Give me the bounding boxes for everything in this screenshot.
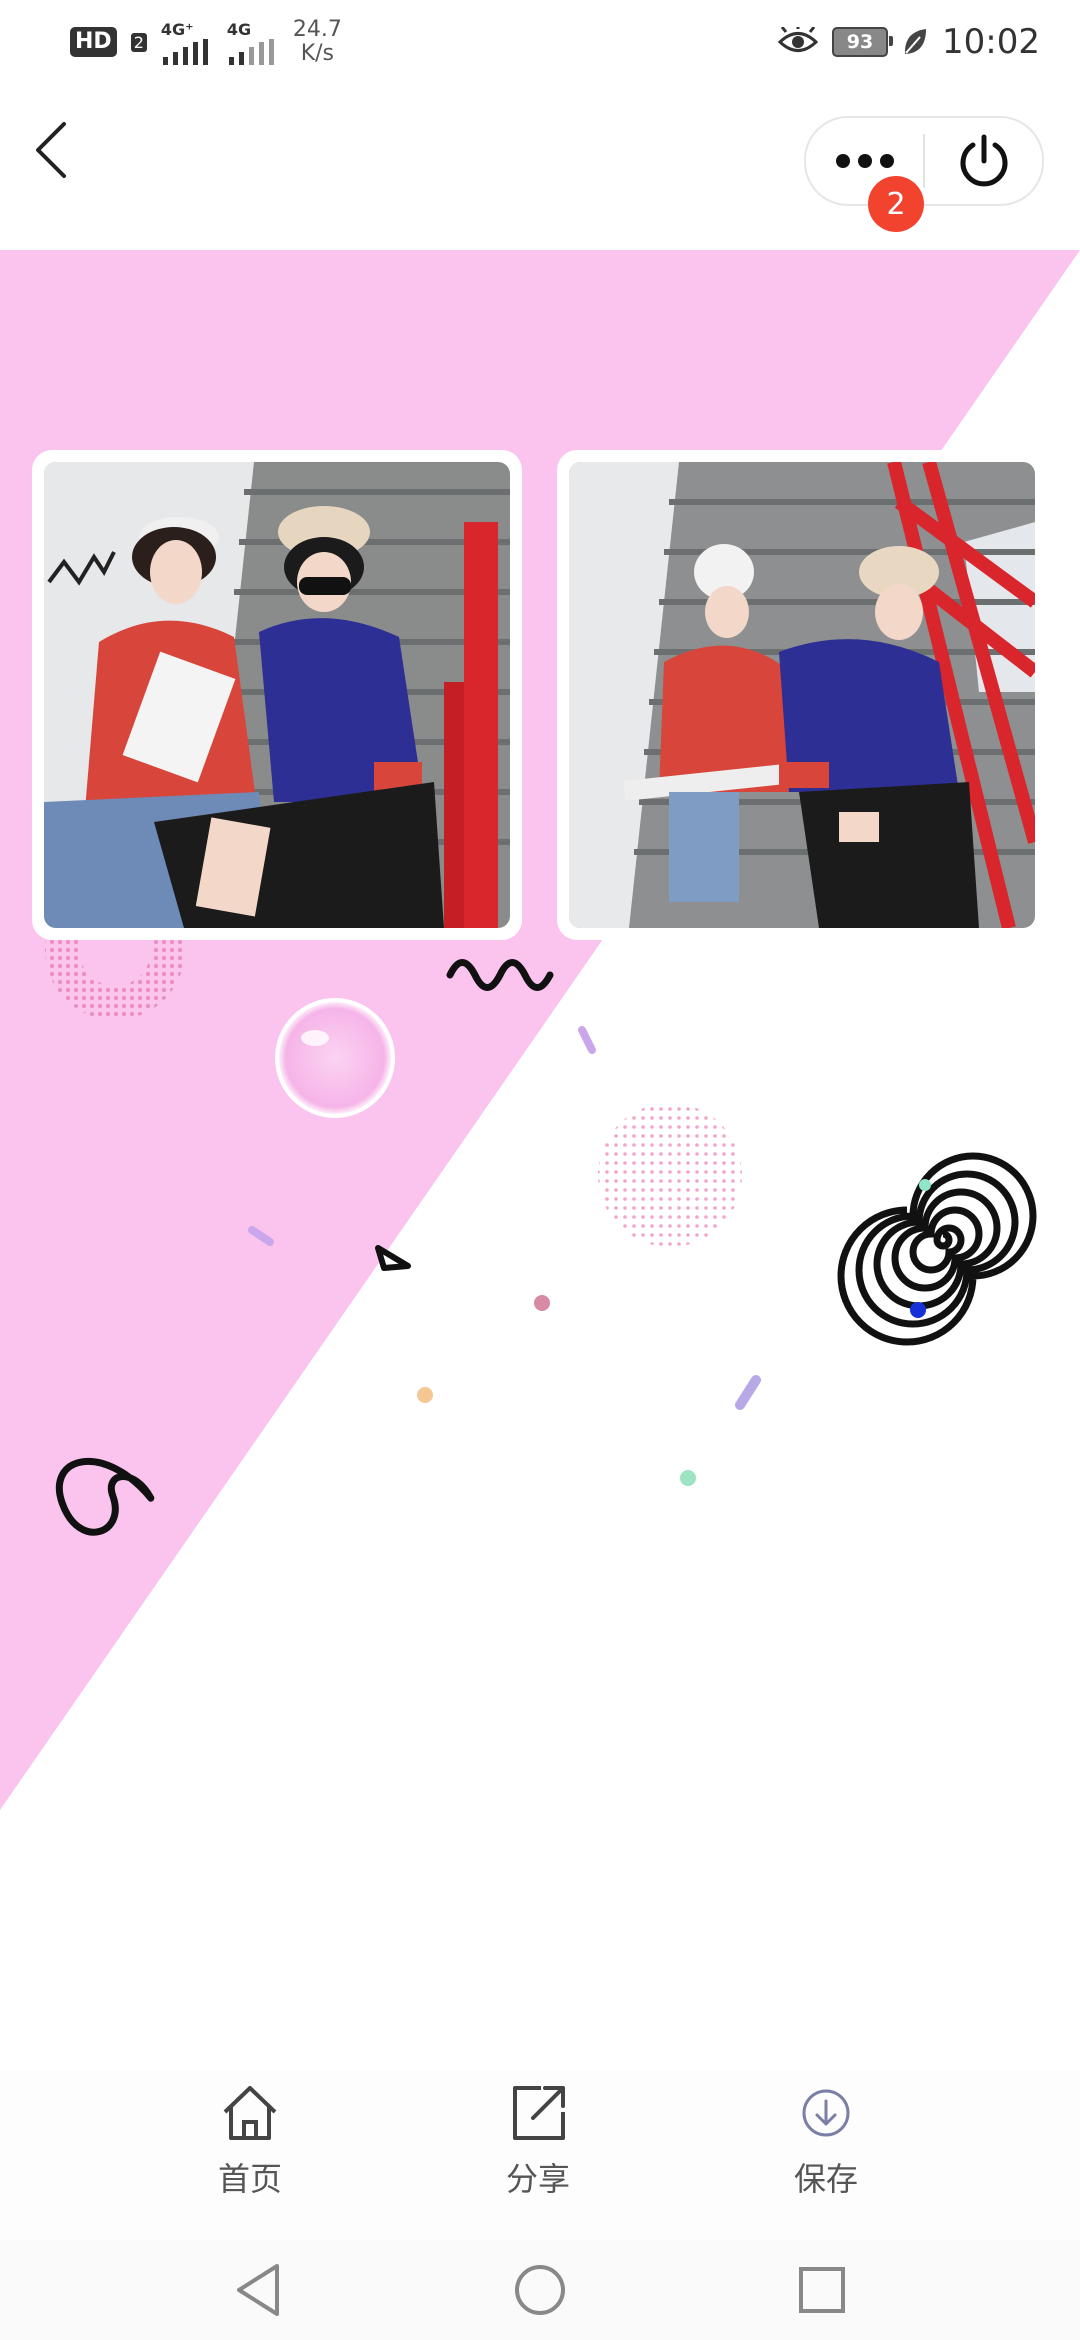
signal-icon [228, 38, 274, 65]
confetti-dot [680, 1470, 696, 1486]
tab-home[interactable]: 首页 [170, 2080, 330, 2200]
battery-indicator: 93 [832, 27, 894, 57]
status-left: HD 2 4G⁺ 4G 24.7 K/s [70, 18, 342, 66]
signal-icon [162, 38, 208, 65]
tab-home-label: 首页 [217, 2160, 282, 2198]
home-icon [223, 2086, 277, 2140]
network-type-label: 4G [226, 19, 252, 39]
tab-share-label: 分享 [505, 2160, 570, 2198]
more-dots-icon [835, 154, 894, 168]
share-icon [513, 2086, 565, 2140]
sim-indicator: 2 [130, 32, 147, 52]
couple-photo-2[interactable] [569, 462, 1035, 928]
chevron-left-icon [36, 122, 66, 178]
confetti [248, 1226, 274, 1246]
hd-indicator: HD [70, 27, 117, 57]
confetti [735, 1375, 761, 1410]
status-right: 93 10:02 [778, 22, 1040, 62]
bubble-decoration [275, 998, 395, 1118]
photo-illustration-1 [44, 462, 510, 928]
tab-save-label: 保存 [793, 2160, 858, 2198]
status-bar: HD 2 4G⁺ 4G 24.7 K/s 93 10:02 [0, 0, 1080, 90]
back-button[interactable] [22, 110, 82, 190]
network-speed: 24.7 K/s [293, 18, 342, 66]
bottom-tab-bar: 首页 分享 保存 [0, 2070, 1080, 2240]
system-back-icon[interactable] [233, 2262, 283, 2318]
eye-comfort-icon [778, 27, 819, 52]
system-home-icon[interactable] [513, 2263, 567, 2317]
signal-4g: 4G [227, 20, 279, 65]
photo-illustration-2 [569, 462, 1035, 928]
pink-dot-circle-decoration [598, 1103, 742, 1247]
leaf-icon [904, 29, 927, 54]
triangle-decoration [375, 1245, 411, 1271]
speed-value: 24.7 [292, 17, 342, 42]
close-program-button[interactable] [925, 118, 1042, 204]
clock: 10:02 [942, 22, 1040, 62]
download-icon [802, 2089, 850, 2137]
tab-share[interactable]: 分享 [458, 2080, 618, 2200]
confetti-dot [417, 1387, 433, 1403]
power-icon [960, 134, 1007, 187]
confetti [578, 1026, 596, 1054]
signal-4g-plus: 4G⁺ [161, 20, 213, 65]
spiral-decoration [837, 1152, 1037, 1346]
photo-poster [0, 250, 1080, 2070]
system-recents-icon[interactable] [797, 2265, 847, 2315]
notification-badge: 2 [868, 176, 924, 232]
speed-unit: K/s [300, 41, 335, 66]
system-navigation-bar [0, 2240, 1080, 2340]
photo-frame-2 [557, 450, 1047, 940]
mini-program-capsule [804, 116, 1044, 206]
confetti-dot [534, 1295, 550, 1311]
nav-bar: 2 [0, 90, 1080, 250]
network-type-label: 4G⁺ [160, 19, 194, 39]
cashew-decoration [55, 1457, 155, 1536]
photo-frame-1 [32, 450, 522, 940]
squiggle-decoration [446, 959, 554, 991]
tab-save[interactable]: 保存 [746, 2080, 906, 2200]
couple-photo-1[interactable] [44, 462, 510, 928]
